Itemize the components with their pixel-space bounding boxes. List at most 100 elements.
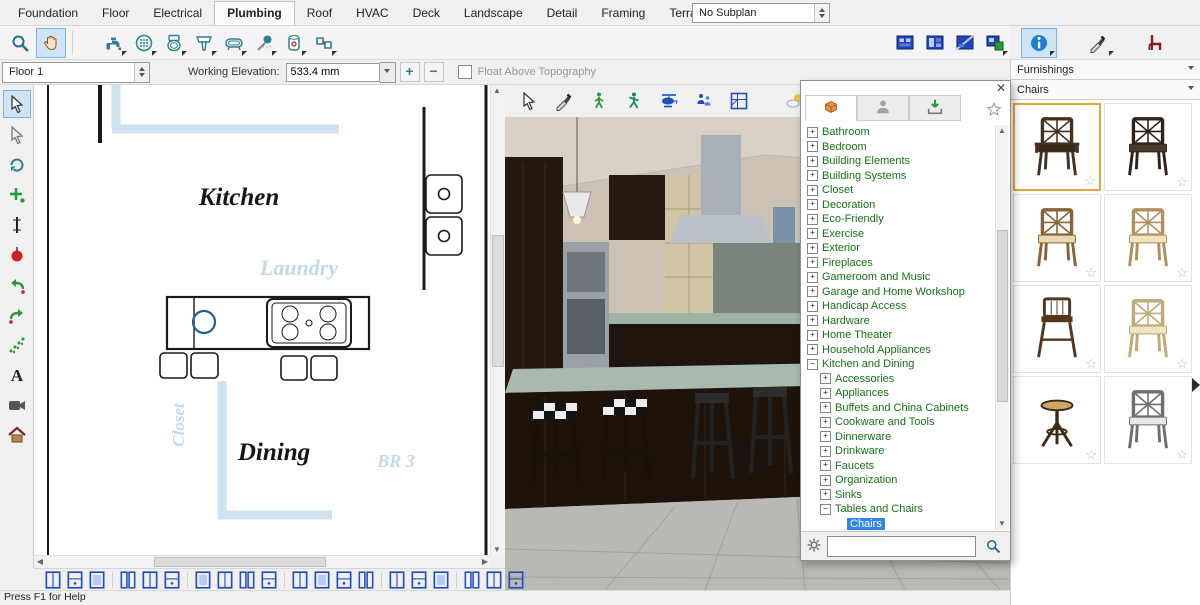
floor-plan-view[interactable]: Kitchen Laundry Closet Dining BR 3 ▲ ▼ ◀… (34, 85, 505, 568)
dark-lattice-armchair[interactable]: ☆ (1013, 103, 1101, 191)
expand-box-icon[interactable]: + (807, 330, 818, 341)
wood-splat-side-chair[interactable]: ☆ (1013, 194, 1101, 282)
expand-box-icon[interactable]: + (807, 344, 818, 355)
library-settings-gear-icon[interactable] (806, 537, 822, 556)
gray-lattice-side-chair[interactable]: ☆ (1104, 376, 1192, 464)
elevation-up-button[interactable]: + (400, 62, 420, 82)
zoom-tool[interactable] (6, 29, 34, 57)
object-painter-button[interactable] (1081, 29, 1115, 57)
category-select[interactable]: Furnishings (1011, 60, 1200, 80)
tree-item[interactable]: Chairs (803, 517, 995, 531)
rotate-tool[interactable] (4, 152, 30, 178)
tree-item[interactable]: +Garage and Home Workshop (803, 285, 995, 300)
subplan-select[interactable]: No Subplan (692, 3, 830, 23)
scroll-up-arrow[interactable]: ▲ (996, 125, 1008, 137)
water-heater-tool[interactable] (280, 29, 308, 57)
tree-item[interactable]: +Fireplaces (803, 256, 995, 271)
favorite-star-icon[interactable]: ☆ (1085, 265, 1097, 281)
tree-item[interactable]: +Hardware (803, 314, 995, 329)
expand-box-icon[interactable]: + (807, 127, 818, 138)
shower-drain-tool[interactable] (130, 29, 158, 57)
expand-box-icon[interactable]: + (820, 475, 831, 486)
expand-box-icon[interactable]: + (820, 446, 831, 457)
expand-box-icon[interactable]: + (807, 243, 818, 254)
panel-scroll-indicator[interactable] (1192, 378, 1200, 392)
plan-overview-tool[interactable] (726, 88, 752, 114)
plan-vertical-scrollbar[interactable]: ▲ ▼ (490, 85, 505, 556)
tree-item[interactable]: +Closet (803, 183, 995, 198)
dimension-line-tool[interactable] (4, 212, 30, 238)
scroll-up-arrow[interactable]: ▲ (491, 85, 503, 97)
redo-button[interactable] (4, 302, 30, 328)
expand-box-icon[interactable]: + (820, 460, 831, 471)
tree-item[interactable]: +Faucets (803, 459, 995, 474)
favorite-star-icon[interactable]: ☆ (1084, 173, 1096, 189)
tab-foundation[interactable]: Foundation (6, 2, 90, 25)
text-tool[interactable]: A (4, 362, 30, 388)
tree-item[interactable]: +Accessories (803, 372, 995, 387)
tree-item[interactable]: +Handicap Access (803, 299, 995, 314)
roof-tool[interactable] (4, 422, 30, 448)
expand-box-icon[interactable]: + (820, 417, 831, 428)
tab-framing[interactable]: Framing (589, 2, 657, 25)
library-browser-tab[interactable] (805, 95, 857, 121)
shower-head-tool[interactable] (250, 29, 278, 57)
tree-item[interactable]: +Exercise (803, 227, 995, 242)
tree-item[interactable]: +Decoration (803, 198, 995, 213)
tree-item[interactable]: +Home Theater (803, 328, 995, 343)
sprinkler-tool[interactable] (4, 332, 30, 358)
expand-box-icon[interactable]: + (807, 214, 818, 225)
tree-item[interactable]: +Buffets and China Cabinets (803, 401, 995, 416)
collapse-box-icon[interactable]: − (807, 359, 818, 370)
tree-item[interactable]: +Gameroom and Music (803, 270, 995, 285)
tree-item[interactable]: −Kitchen and Dining (803, 357, 995, 372)
favorites-tab[interactable] (982, 97, 1006, 121)
fly-over-tool[interactable] (656, 88, 682, 114)
expand-box-icon[interactable]: + (807, 272, 818, 283)
pan-tool[interactable] (36, 28, 66, 58)
tree-item[interactable]: +Bedroom (803, 140, 995, 155)
pedestal-sink-tool[interactable] (190, 29, 218, 57)
expand-box-icon[interactable]: + (807, 141, 818, 152)
dark-side-chair[interactable]: ☆ (1104, 103, 1192, 191)
expand-box-icon[interactable]: + (807, 257, 818, 268)
marker-tool[interactable] (4, 242, 30, 268)
jog-view-tool[interactable] (621, 88, 647, 114)
faucet-tool[interactable] (100, 29, 128, 57)
expand-box-icon[interactable]: + (807, 199, 818, 210)
pipe-fitting-tool[interactable] (310, 29, 338, 57)
tree-item[interactable]: +Eco-Friendly (803, 212, 995, 227)
tab-deck[interactable]: Deck (401, 2, 452, 25)
tree-scroll-thumb[interactable] (997, 230, 1008, 402)
dark-swivel-stool[interactable]: ☆ (1013, 376, 1101, 464)
people-placement-tool[interactable] (691, 88, 717, 114)
expand-box-icon[interactable]: + (820, 388, 831, 399)
expand-box-icon[interactable]: + (820, 431, 831, 442)
library-info-button[interactable] (1021, 28, 1057, 58)
tree-item[interactable]: +Organization (803, 473, 995, 488)
library-tree-scrollbar[interactable]: ▲ ▼ (995, 125, 1009, 530)
floor-select[interactable]: Floor 1 (2, 62, 150, 83)
toilet-tool[interactable] (160, 29, 188, 57)
expand-box-icon[interactable]: + (807, 315, 818, 326)
subcategory-select[interactable]: Chairs (1011, 80, 1200, 100)
tab-landscape[interactable]: Landscape (452, 2, 535, 25)
expand-box-icon[interactable]: + (820, 402, 831, 413)
expand-box-icon[interactable]: + (807, 286, 818, 297)
expand-box-icon[interactable]: + (807, 301, 818, 312)
tree-item[interactable]: +Dinnerware (803, 430, 995, 445)
tab-roof[interactable]: Roof (295, 2, 344, 25)
elevation-view-button[interactable] (921, 29, 949, 57)
vertical-scroll-thumb[interactable] (492, 235, 504, 367)
undo-button[interactable] (4, 272, 30, 298)
expand-box-icon[interactable]: + (807, 228, 818, 239)
floor-plan-drawing[interactable]: Kitchen Laundry Closet Dining BR 3 (34, 85, 490, 555)
favorite-star-icon[interactable]: ☆ (1176, 447, 1188, 463)
favorite-star-icon[interactable]: ☆ (1176, 356, 1188, 372)
tab-plumbing[interactable]: Plumbing (214, 1, 295, 25)
expand-box-icon[interactable]: + (807, 185, 818, 196)
spray-painter-tool[interactable] (551, 88, 577, 114)
select-similar-tool[interactable] (4, 122, 30, 148)
favorite-star-icon[interactable]: ☆ (1176, 265, 1188, 281)
cream-lattice-side-chair[interactable]: ☆ (1104, 285, 1192, 373)
